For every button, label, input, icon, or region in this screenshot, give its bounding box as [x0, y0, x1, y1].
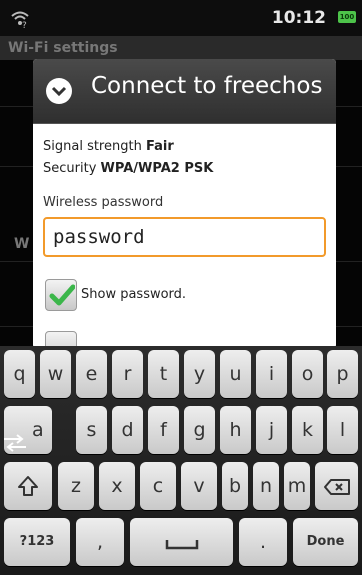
space-icon	[165, 531, 199, 553]
key-f[interactable]: f	[148, 406, 179, 454]
show-password-checkbox[interactable]	[45, 279, 77, 311]
security: Security WPA/WPA2 PSK	[43, 161, 213, 176]
key-j[interactable]: j	[256, 406, 287, 454]
status-bar: ? 10:12 100	[0, 0, 362, 36]
key-y[interactable]: y	[184, 350, 215, 398]
symbols-key[interactable]: ?123	[4, 518, 70, 566]
battery-icon: 100	[338, 11, 356, 23]
signal-strength-value: Fair	[145, 139, 174, 154]
key-r[interactable]: r	[112, 350, 143, 398]
key-q[interactable]: q	[4, 350, 35, 398]
password-label: Wireless password	[43, 195, 164, 210]
space-key[interactable]	[130, 518, 233, 566]
key-k[interactable]: k	[292, 406, 323, 454]
security-value: WPA/WPA2 PSK	[100, 161, 214, 176]
key-b[interactable]: b	[222, 462, 248, 510]
key-c[interactable]: c	[140, 462, 176, 510]
key-m[interactable]: m	[284, 462, 310, 510]
shift-key[interactable]	[4, 462, 52, 510]
comma-key[interactable]: ,	[76, 518, 124, 566]
clock: 10:12	[271, 8, 326, 28]
key-h[interactable]: h	[220, 406, 251, 454]
connect-dialog: Connect to freechos Signal strength Fair…	[33, 59, 336, 349]
key-z[interactable]: z	[58, 462, 94, 510]
key-s[interactable]: s	[76, 406, 107, 454]
key-w[interactable]: w	[40, 350, 71, 398]
key-t[interactable]: t	[148, 350, 179, 398]
key-g[interactable]: g	[184, 406, 215, 454]
tab-arrows-icon	[2, 418, 28, 466]
security-label: Security	[43, 161, 97, 176]
soft-keyboard: q w e r t y u i o p a s d f g h j k l z …	[0, 346, 362, 575]
dialog-title: Connect to freechos	[91, 73, 323, 99]
period-key[interactable]: .	[239, 518, 287, 566]
key-l[interactable]: l	[327, 406, 358, 454]
signal-strength: Signal strength Fair	[43, 139, 174, 154]
signal-strength-label: Signal strength	[43, 139, 142, 154]
key-e[interactable]: e	[76, 350, 107, 398]
wifi-lock-icon	[46, 78, 72, 104]
dialog-header: Connect to freechos	[33, 59, 336, 124]
shift-icon	[17, 475, 39, 497]
backspace-key[interactable]	[315, 462, 358, 510]
key-i[interactable]: i	[256, 350, 287, 398]
key-o[interactable]: o	[292, 350, 323, 398]
key-a-label: a	[32, 419, 44, 441]
password-field[interactable]	[43, 217, 326, 257]
key-a[interactable]: a	[4, 406, 52, 454]
wifi-signal-icon: ?	[10, 9, 30, 33]
key-n[interactable]: n	[253, 462, 279, 510]
backspace-icon	[323, 475, 351, 497]
key-x[interactable]: x	[99, 462, 135, 510]
key-p[interactable]: p	[327, 350, 358, 398]
key-u[interactable]: u	[220, 350, 251, 398]
key-v[interactable]: v	[181, 462, 217, 510]
section-letter: W	[14, 236, 30, 252]
show-password-label[interactable]: Show password.	[81, 287, 186, 302]
key-d[interactable]: d	[112, 406, 143, 454]
svg-text:?: ?	[22, 21, 27, 29]
done-key[interactable]: Done	[293, 518, 358, 566]
settings-title: Wi-Fi settings	[0, 36, 362, 60]
